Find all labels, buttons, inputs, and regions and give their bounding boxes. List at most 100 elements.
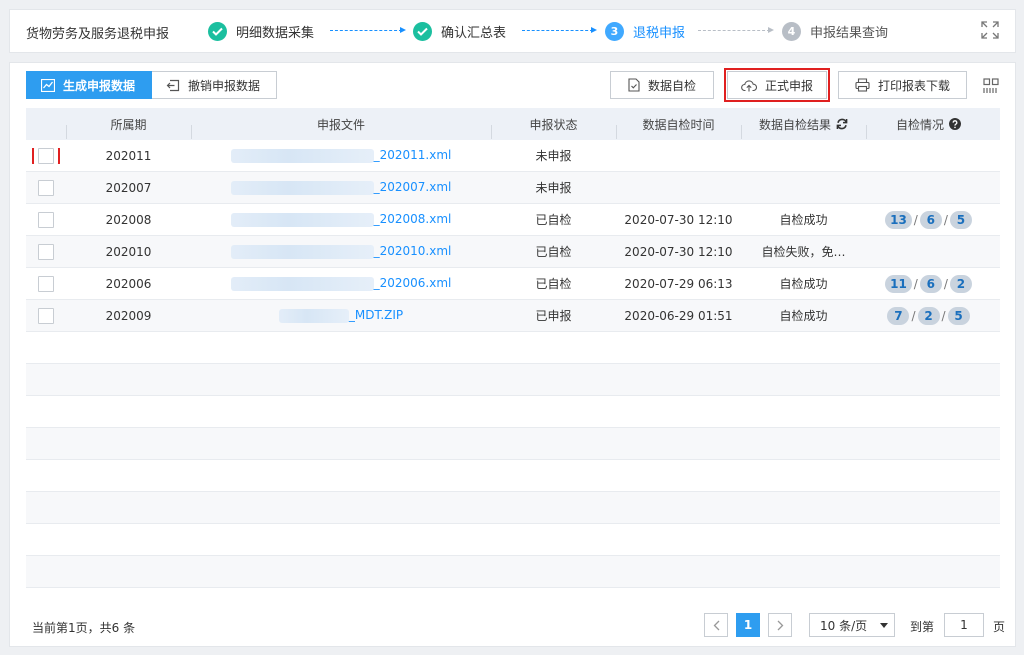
header-label: 自检情况 bbox=[895, 117, 944, 132]
prev-page-button[interactable] bbox=[704, 613, 728, 637]
file-link[interactable]: _202007.xml bbox=[374, 180, 452, 194]
status-cell: 已自检 bbox=[535, 245, 572, 259]
empty-row bbox=[26, 524, 1000, 556]
step-tax-refund-declare[interactable]: 3 退税申报 bbox=[605, 21, 685, 41]
period-cell: 202007 bbox=[105, 180, 152, 195]
step-number-badge: 4 bbox=[782, 21, 801, 41]
next-page-button[interactable] bbox=[768, 613, 792, 637]
declaration-table: 所属期 申报文件 申报状态 数据自检时间 数据自检结果 自检情况 202011 … bbox=[26, 108, 1000, 588]
table-row[interactable]: 202011 _202011.xml 未申报 bbox=[26, 140, 1000, 172]
button-label: 打印报表下载 bbox=[877, 78, 950, 93]
count-badge[interactable]: 2 bbox=[917, 306, 940, 325]
redacted-filename bbox=[230, 276, 374, 291]
count-badge[interactable]: 5 bbox=[949, 210, 972, 229]
caret-down-icon bbox=[880, 622, 888, 628]
table-row[interactable]: 202010 _202010.xml 已自检 2020-07-30 12:10 … bbox=[26, 236, 1000, 268]
table-row[interactable]: 202008 _202008.xml 已自检 2020-07-30 12:10 … bbox=[26, 204, 1000, 236]
status-cell: 未申报 bbox=[535, 149, 572, 163]
page-button-current[interactable]: 1 bbox=[736, 613, 760, 637]
row-select-cell bbox=[26, 179, 66, 196]
count-badge[interactable]: 6 bbox=[919, 274, 942, 293]
help-icon[interactable] bbox=[949, 118, 961, 130]
row-checkbox[interactable] bbox=[38, 275, 54, 292]
empty-row bbox=[26, 460, 1000, 492]
step-connector bbox=[522, 27, 597, 33]
goto-suffix-label: 页 bbox=[993, 620, 1006, 634]
table-row[interactable]: 202007 _202007.xml 未申报 bbox=[26, 172, 1000, 204]
file-cell: _202006.xml bbox=[191, 276, 491, 291]
row-select-cell bbox=[26, 211, 66, 228]
period-cell: 202011 bbox=[105, 148, 152, 163]
check-result-cell: 自检成功 bbox=[779, 277, 828, 291]
count-badge[interactable]: 13 bbox=[885, 210, 912, 229]
row-checkbox[interactable] bbox=[38, 243, 54, 260]
undo-icon bbox=[166, 79, 180, 91]
step-bar: 货物劳务及服务退税申报 明细数据采集 确认汇总表 3 退税申报 4 申报结果查询 bbox=[9, 9, 1016, 53]
expand-icon[interactable] bbox=[981, 21, 999, 39]
check-time-cell: 2020-07-30 12:10 bbox=[624, 244, 733, 259]
status-cell: 已自检 bbox=[535, 213, 572, 227]
step-label: 退税申报 bbox=[633, 25, 686, 41]
period-cell: 202006 bbox=[105, 276, 152, 291]
status-cell: 已申报 bbox=[535, 309, 572, 323]
page-size-select[interactable]: 10 条/页 bbox=[809, 613, 895, 637]
redacted-filename bbox=[230, 244, 374, 259]
row-checkbox[interactable] bbox=[32, 147, 60, 164]
grid-icon[interactable] bbox=[983, 78, 999, 94]
redacted-filename bbox=[230, 148, 374, 163]
check-result-cell: 自检成功 bbox=[779, 309, 828, 323]
step-label: 确认汇总表 bbox=[441, 25, 507, 41]
app-title: 货物劳务及服务退税申报 bbox=[26, 27, 170, 42]
row-checkbox[interactable] bbox=[38, 211, 54, 228]
tab-revoke-data[interactable]: 撤销申报数据 bbox=[152, 71, 278, 99]
check-time-cell: 2020-07-29 06:13 bbox=[624, 276, 733, 291]
step-result-query[interactable]: 4 申报结果查询 bbox=[782, 21, 888, 41]
count-badge[interactable]: 11 bbox=[885, 274, 912, 293]
file-link[interactable]: _202006.xml bbox=[374, 276, 452, 290]
check-result-cell: 自检成功 bbox=[779, 213, 828, 227]
print-report-download-button[interactable]: 打印报表下载 bbox=[838, 71, 967, 99]
header-check-result: 数据自检结果 bbox=[741, 116, 866, 139]
redacted-filename bbox=[230, 180, 374, 195]
count-badge[interactable]: 7 bbox=[887, 306, 910, 325]
file-link[interactable]: _MDT.ZIP bbox=[349, 308, 403, 322]
printer-icon bbox=[855, 78, 870, 92]
goto-page-input[interactable] bbox=[944, 613, 984, 637]
tab-generate-data[interactable]: 生成申报数据 bbox=[26, 71, 153, 99]
step-connector bbox=[698, 27, 774, 33]
empty-row bbox=[26, 332, 1000, 364]
file-link[interactable]: _202010.xml bbox=[374, 244, 452, 258]
row-checkbox[interactable] bbox=[38, 179, 54, 196]
count-badge[interactable]: 2 bbox=[949, 274, 972, 293]
file-cell: _202011.xml bbox=[191, 148, 491, 163]
table-row[interactable]: 202009 _MDT.ZIP 已申报 2020-06-29 01:51 自检成… bbox=[26, 300, 1000, 332]
file-cell: _202010.xml bbox=[191, 244, 491, 259]
row-checkbox[interactable] bbox=[38, 307, 54, 324]
row-select-cell bbox=[26, 275, 66, 292]
file-link[interactable]: _202011.xml bbox=[374, 148, 452, 162]
step-confirm-summary[interactable]: 确认汇总表 bbox=[413, 21, 506, 41]
document-check-icon bbox=[628, 78, 640, 92]
check-result-cell: 自检失败，免… bbox=[761, 245, 846, 259]
row-select-cell bbox=[26, 307, 66, 324]
empty-row bbox=[26, 556, 1000, 588]
period-cell: 202009 bbox=[105, 308, 152, 323]
check-circle-icon bbox=[208, 21, 227, 41]
count-badge[interactable]: 5 bbox=[947, 306, 970, 325]
table-row[interactable]: 202006 _202006.xml 已自检 2020-07-29 06:13 … bbox=[26, 268, 1000, 300]
check-time-cell: 2020-07-30 12:10 bbox=[624, 212, 733, 227]
file-cell: _202007.xml bbox=[191, 180, 491, 195]
step-detail-collect[interactable]: 明细数据采集 bbox=[208, 21, 314, 41]
formal-declare-button[interactable]: 正式申报 bbox=[724, 68, 830, 102]
data-self-check-button[interactable]: 数据自检 bbox=[610, 71, 714, 99]
chevron-right-icon bbox=[777, 620, 783, 630]
file-link[interactable]: _202008.xml bbox=[374, 212, 452, 226]
upload-cloud-icon bbox=[741, 79, 757, 91]
page-size-value: 10 条/页 bbox=[820, 618, 868, 633]
refresh-icon[interactable] bbox=[836, 118, 848, 130]
row-select-cell bbox=[26, 147, 66, 164]
button-label: 数据自检 bbox=[647, 78, 696, 93]
step-label: 明细数据采集 bbox=[236, 25, 315, 41]
count-badge[interactable]: 6 bbox=[919, 210, 942, 229]
header-file: 申报文件 bbox=[191, 116, 491, 139]
